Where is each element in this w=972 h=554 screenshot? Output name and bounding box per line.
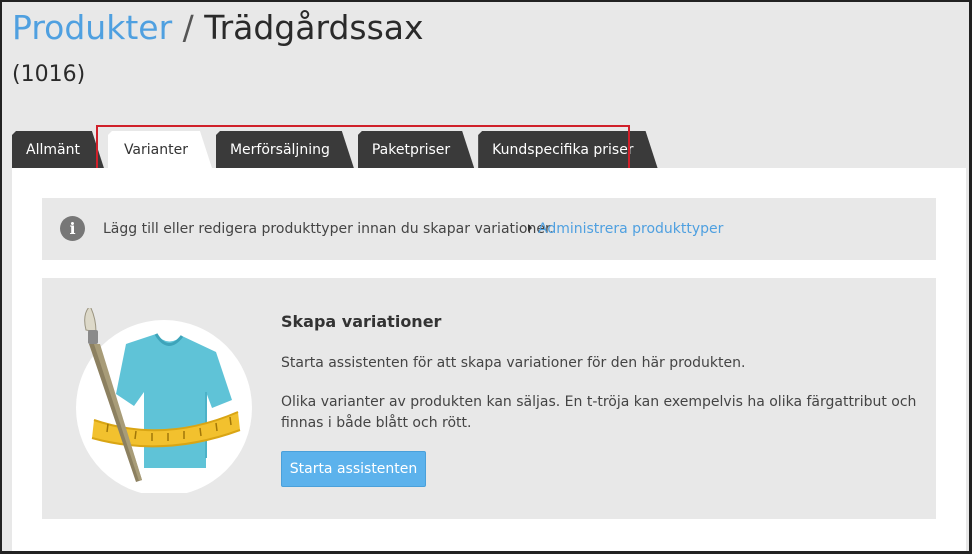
tab-package-prices[interactable]: Paketpriser (358, 131, 474, 168)
assistant-description: Starta assistenten för att skapa variati… (281, 355, 746, 371)
info-message: i Lägg till eller redigera produkttyper … (42, 198, 936, 260)
page-title: Produkter / Trädgårdssax (12, 8, 424, 48)
product-page: Produkter / Trädgårdssax (1016) Allmänt … (0, 0, 972, 554)
tab-upselling[interactable]: Merförsäljning (216, 131, 354, 168)
assistant-heading: Skapa variationer (281, 312, 442, 331)
variation-assistant-box: Skapa variationer Starta assistenten för… (42, 278, 936, 519)
info-icon: i (60, 216, 85, 241)
breadcrumb-products-link[interactable]: Produkter (12, 8, 172, 47)
manage-product-types-link[interactable]: Administrera produkttyper (538, 219, 723, 239)
tab-content-panel: i Lägg till eller redigera produkttyper … (12, 168, 966, 551)
info-text: Lägg till eller redigera produkttyper in… (103, 221, 554, 237)
tab-general[interactable]: Allmänt (12, 131, 104, 168)
tab-variants[interactable]: Varianter (108, 131, 212, 168)
tab-bar: Allmänt Varianter Merförsäljning Paketpr… (12, 130, 662, 168)
product-id: (1016) (12, 62, 86, 87)
tshirt-illustration (76, 308, 252, 493)
assistant-example-text: Olika varianter av produkten kan säljas.… (281, 394, 917, 431)
product-name: Trädgårdssax (204, 8, 424, 47)
start-assistant-button[interactable]: Starta assistenten (281, 451, 426, 487)
breadcrumb-separator: / (182, 8, 194, 47)
tab-customer-prices[interactable]: Kundspecifika priser (478, 131, 657, 168)
caret-right-icon (528, 224, 532, 232)
